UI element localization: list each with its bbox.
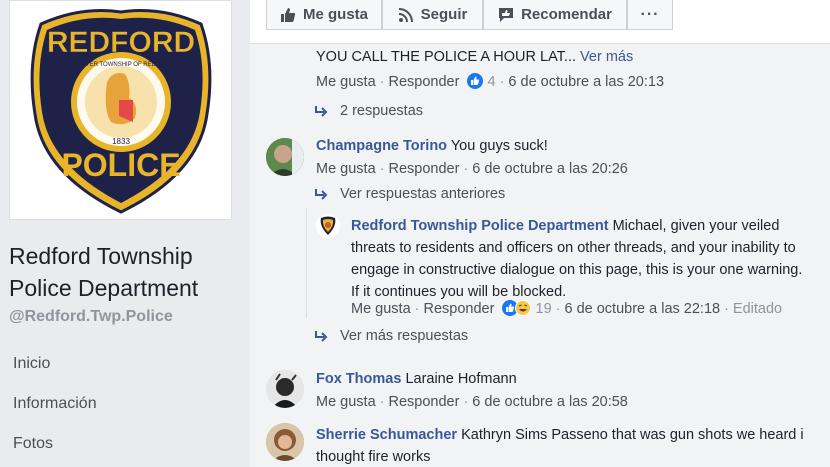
profile-picture[interactable]: REDFORD CHARTER TOWNSHIP OF REDFORD 1833… — [9, 0, 232, 220]
view-replies-link[interactable]: 2 respuestas — [314, 103, 423, 119]
comment-timestamp[interactable]: 6 de octubre a las 20:58 — [472, 394, 628, 410]
reply-arrow-icon — [315, 189, 328, 200]
badge-year: 1833 — [112, 137, 130, 146]
recommend-button[interactable]: Recomendar — [483, 0, 627, 30]
recommend-label: Recomendar — [521, 6, 612, 23]
comment-reply-link[interactable]: Responder — [389, 161, 460, 177]
comment-timestamp[interactable]: 6 de octubre a las 20:26 — [472, 161, 628, 177]
reply-thread-line — [306, 208, 307, 318]
view-more-replies-link[interactable]: Ver más respuestas — [314, 328, 468, 344]
replies-count-label: 2 respuestas — [340, 103, 424, 119]
haha-reaction-icon — [515, 300, 532, 316]
comment-timestamp[interactable]: 6 de octubre a las 20:13 — [508, 74, 664, 90]
police-badge-logo: REDFORD CHARTER TOWNSHIP OF REDFORD 1833… — [30, 9, 211, 214]
thumbs-up-icon — [280, 7, 296, 22]
comment-reply-link[interactable]: Responder — [389, 74, 460, 90]
rss-follow-icon — [398, 7, 413, 22]
reply-reply-link[interactable]: Responder — [424, 301, 495, 317]
nav-item-fotos[interactable]: Fotos — [13, 435, 53, 453]
badge-ring-text: CHARTER TOWNSHIP OF REDFORD — [69, 62, 174, 68]
comment-like-link[interactable]: Me gusta — [316, 161, 376, 177]
nav-item-informacion[interactable]: Información — [13, 395, 97, 413]
like-page-label: Me gusta — [302, 6, 368, 23]
comment-text-body: Laraine Hofmann — [405, 371, 517, 387]
comment-like-link[interactable]: Me gusta — [316, 74, 376, 90]
comment-text-line: thought fire works — [316, 449, 431, 465]
like-page-button[interactable]: Me gusta — [266, 0, 382, 30]
avatar[interactable] — [266, 423, 304, 461]
badge-bottom-text: POLICE — [61, 147, 180, 183]
comment-meta: Me gusta · Responder 4 · 6 de octubre a las … — [316, 73, 665, 90]
badge-top-text: REDFORD — [46, 26, 194, 59]
view-previous-replies-link[interactable]: Ver respuestas anteriores — [314, 186, 505, 202]
recommend-icon — [499, 7, 514, 22]
comment-text: Champagne Torino You guys suck! — [316, 138, 548, 154]
reply-arrow-icon — [315, 106, 328, 117]
reply-text-line: threats to residents and officers on oth… — [351, 240, 796, 256]
previous-replies-label: Ver respuestas anteriores — [340, 186, 506, 202]
user-photo-icon — [266, 138, 304, 176]
comment-text-body: YOU CALL THE POLICE A HOUR LAT... — [316, 49, 577, 65]
reply-like-link[interactable]: Me gusta — [351, 301, 411, 317]
comment-text-line: Kathryn Sims Passeno that was gun shots … — [461, 427, 804, 443]
user-photo-icon — [266, 423, 304, 461]
comment-author[interactable]: Sherrie Schumacher — [316, 427, 457, 443]
reply-author[interactable]: Redford Township Police Department — [351, 218, 609, 234]
reaction-count[interactable]: 4 — [488, 74, 496, 90]
nav-item-inicio[interactable]: Inicio — [13, 355, 50, 373]
comment-author[interactable]: Champagne Torino — [316, 138, 447, 154]
comment-text: Fox Thomas Laraine Hofmann — [316, 371, 517, 387]
edited-label: Editado — [732, 301, 783, 317]
reply-meta: Me gusta · Responder 19 · 6 de octubre a las… — [351, 300, 783, 317]
reply-text-line: Michael, given your veiled — [612, 218, 780, 234]
follow-label: Seguir — [420, 6, 468, 23]
see-more-link[interactable]: Ver más — [580, 49, 633, 65]
more-options-button[interactable]: ··· — [627, 0, 673, 30]
avatar[interactable] — [266, 138, 304, 176]
reply-timestamp[interactable]: 6 de octubre a las 22:18 — [564, 301, 720, 317]
police-badge-icon — [316, 214, 340, 238]
comment-like-link[interactable]: Me gusta — [316, 394, 376, 410]
more-options-icon: ··· — [640, 5, 660, 23]
avatar[interactable] — [266, 370, 304, 408]
page-handle[interactable]: @Redford.Twp.Police — [9, 308, 173, 326]
reaction-count[interactable]: 19 — [536, 301, 552, 317]
follow-button[interactable]: Seguir — [382, 0, 483, 30]
comment-text: YOU CALL THE POLICE A HOUR LAT... Ver má… — [316, 49, 633, 65]
reply-text-line: engage in constructive dialogue on this … — [351, 262, 803, 278]
reply-arrow-icon — [315, 331, 328, 342]
comment-meta: Me gusta · Responder · 6 de octubre a las 20… — [316, 394, 628, 410]
avatar[interactable] — [316, 214, 340, 238]
comment-text-body: You guys suck! — [450, 138, 548, 154]
page-action-bar: Me gusta Seguir Recomendar ··· — [250, 0, 830, 44]
more-replies-label: Ver más respuestas — [340, 328, 469, 344]
like-reaction-icon — [467, 73, 484, 89]
comment-meta: Me gusta · Responder · 6 de octubre a las 20… — [316, 161, 628, 177]
comments-column: Me gusta Seguir Recomendar ··· YOU CALL … — [250, 0, 830, 467]
comment-author[interactable]: Fox Thomas — [316, 371, 401, 387]
page-sidebar: REDFORD CHARTER TOWNSHIP OF REDFORD 1833… — [0, 0, 248, 467]
page-title: Redford Township Police Department — [9, 243, 199, 301]
reply-text: Redford Township Police Department Micha… — [351, 215, 802, 303]
comment-text: Sherrie Schumacher Kathryn Sims Passeno … — [316, 424, 804, 467]
comment-reply-link[interactable]: Responder — [389, 394, 460, 410]
user-photo-icon — [266, 370, 304, 408]
